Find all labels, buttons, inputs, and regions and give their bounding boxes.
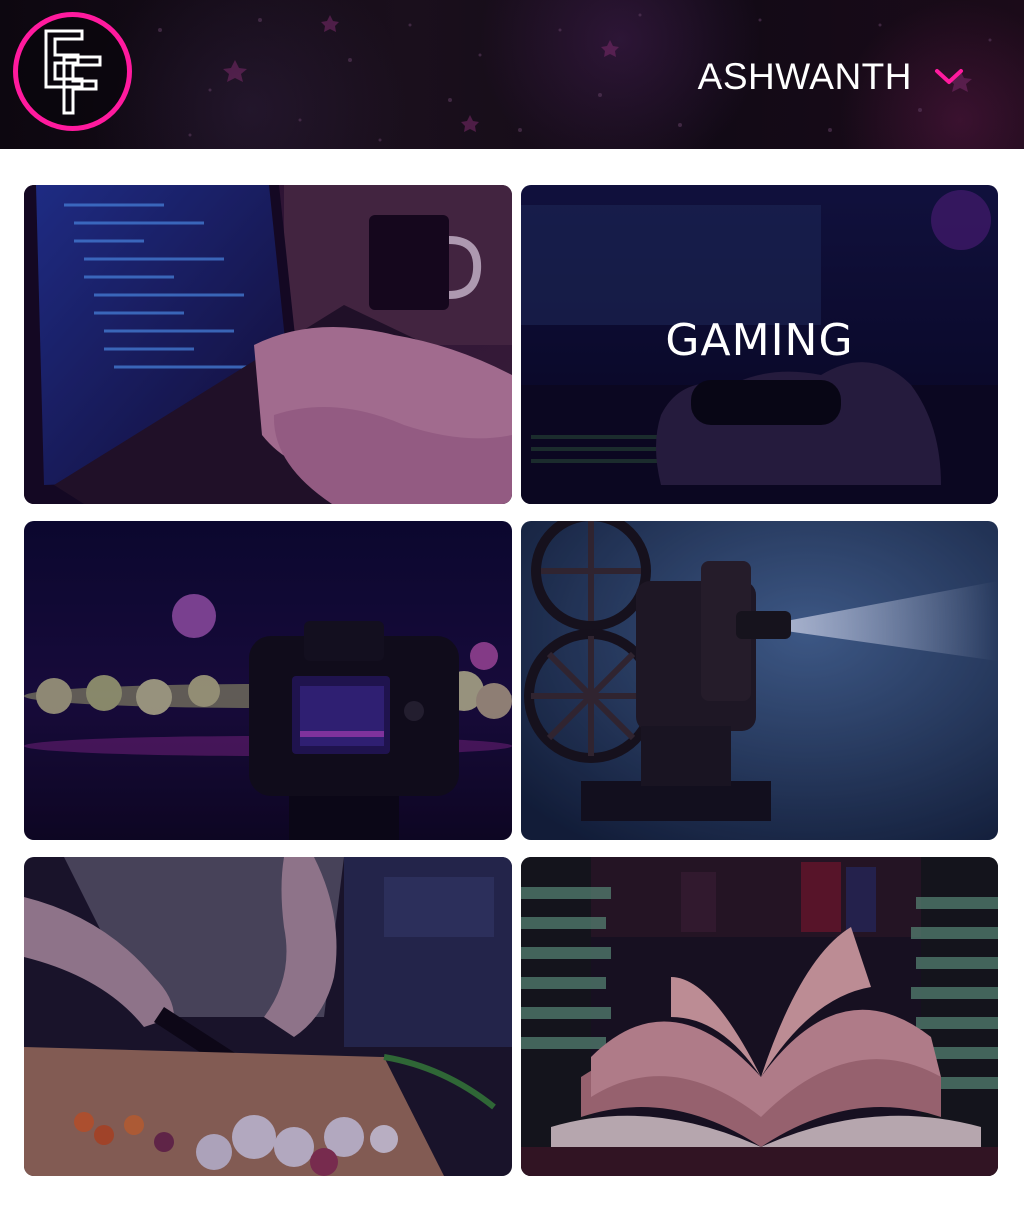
user-name[interactable]: ASHWANTH <box>698 56 912 98</box>
reading-image <box>521 857 998 1176</box>
site-header: ASHWANTH <box>0 0 1024 149</box>
category-title: GAMING <box>665 315 854 366</box>
category-card-reading[interactable] <box>521 857 998 1176</box>
category-card-gaming[interactable]: GAMING <box>521 185 998 504</box>
ef-logo-mark <box>44 29 101 114</box>
photography-image <box>24 521 512 840</box>
movies-image <box>521 521 998 840</box>
coding-image <box>24 185 512 504</box>
ef-logo[interactable] <box>13 12 132 131</box>
user-menu[interactable]: ASHWANTH <box>698 52 964 102</box>
cooking-image <box>24 857 512 1176</box>
category-card-photography[interactable] <box>24 521 512 840</box>
chevron-down-icon[interactable] <box>934 67 964 87</box>
category-card-coding[interactable] <box>24 185 512 504</box>
category-card-cooking[interactable] <box>24 857 512 1176</box>
category-card-movies[interactable] <box>521 521 998 840</box>
